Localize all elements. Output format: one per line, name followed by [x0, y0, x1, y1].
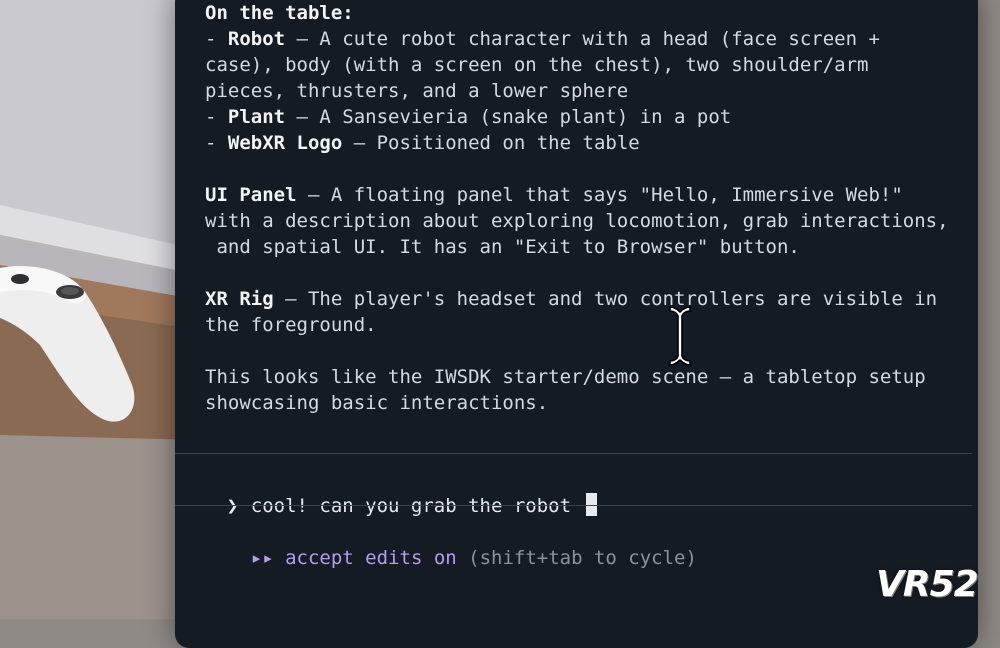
prompt-input-value[interactable]: cool! can you grab the robot: [251, 495, 583, 517]
output-line: - Plant – A Sansevieria (snake plant) in…: [205, 104, 975, 130]
output-line: pieces, thrusters, and a lower sphere: [205, 78, 975, 104]
line-text: and spatial UI. It has an "Exit to Brows…: [205, 236, 800, 258]
line-text: – A cute robot character with a head (fa…: [285, 28, 880, 50]
output-line: - Robot – A cute robot character with a …: [205, 26, 975, 52]
prompt-input[interactable]: ❯ cool! can you grab the robot: [181, 467, 597, 517]
output-line: XR Rig – The player's headset and two co…: [205, 286, 975, 312]
line-text: This looks like the IWSDK starter/demo s…: [205, 366, 926, 388]
prompt-chevron-icon: ❯: [226, 495, 239, 517]
output-line: UI Panel – A floating panel that says "H…: [205, 182, 975, 208]
bold-term: XR Rig: [205, 288, 274, 310]
line-text: with a description about exploring locom…: [205, 210, 949, 232]
line-text: – The player's headset and two controlle…: [273, 288, 938, 310]
output-line: On the table:: [205, 0, 975, 26]
output-line: showcasing basic interactions.: [205, 390, 975, 416]
vr-background-scene: [0, 0, 200, 619]
fast-forward-icon: ▸▸: [250, 547, 274, 569]
watermark-logo: VR52: [876, 564, 979, 605]
line-text: pieces, thrusters, and a lower sphere: [205, 80, 629, 102]
output-line: with a description about exploring locom…: [205, 208, 975, 234]
bold-term: WebXR Logo: [227, 132, 343, 154]
bold-term: UI Panel: [205, 184, 297, 206]
status-line[interactable]: ▸▸ accept edits on (shift+tab to cycle): [205, 519, 697, 569]
assistant-response: On the table: - Robot – A cute robot char…: [205, 0, 975, 416]
terminal-window: On the table: - Robot – A cute robot char…: [175, 0, 978, 648]
ibeam-cursor-icon: [669, 306, 691, 366]
input-divider-bottom: [175, 505, 972, 506]
bullet-prefix: -: [205, 132, 228, 154]
line-text: – A Sansevieria (snake plant) in a pot: [285, 106, 732, 128]
line-text: showcasing basic interactions.: [205, 392, 549, 414]
output-line: the foreground.: [205, 312, 975, 338]
bold-term: Plant: [227, 106, 286, 128]
line-text: case), body (with a screen on the chest)…: [205, 54, 869, 76]
bold-term: Robot: [227, 28, 286, 50]
bullet-prefix: -: [205, 106, 228, 128]
output-line: This looks like the IWSDK starter/demo s…: [205, 364, 975, 390]
line-text: the foreground.: [205, 314, 377, 336]
output-line: case), body (with a screen on the chest)…: [205, 52, 975, 78]
bullet-prefix: -: [205, 28, 228, 50]
bold-term: On the table:: [205, 2, 354, 24]
output-line: and spatial UI. It has an "Exit to Brows…: [205, 234, 975, 260]
edit-mode-label: accept edits on: [285, 547, 457, 569]
line-text: – A floating panel that says "Hello, Imm…: [296, 184, 903, 206]
mode-cycle-hint: (shift+tab to cycle): [468, 547, 697, 569]
input-divider-top: [175, 453, 972, 454]
line-text: – Positioned on the table: [342, 132, 640, 154]
output-line: - WebXR Logo – Positioned on the table: [205, 130, 975, 156]
